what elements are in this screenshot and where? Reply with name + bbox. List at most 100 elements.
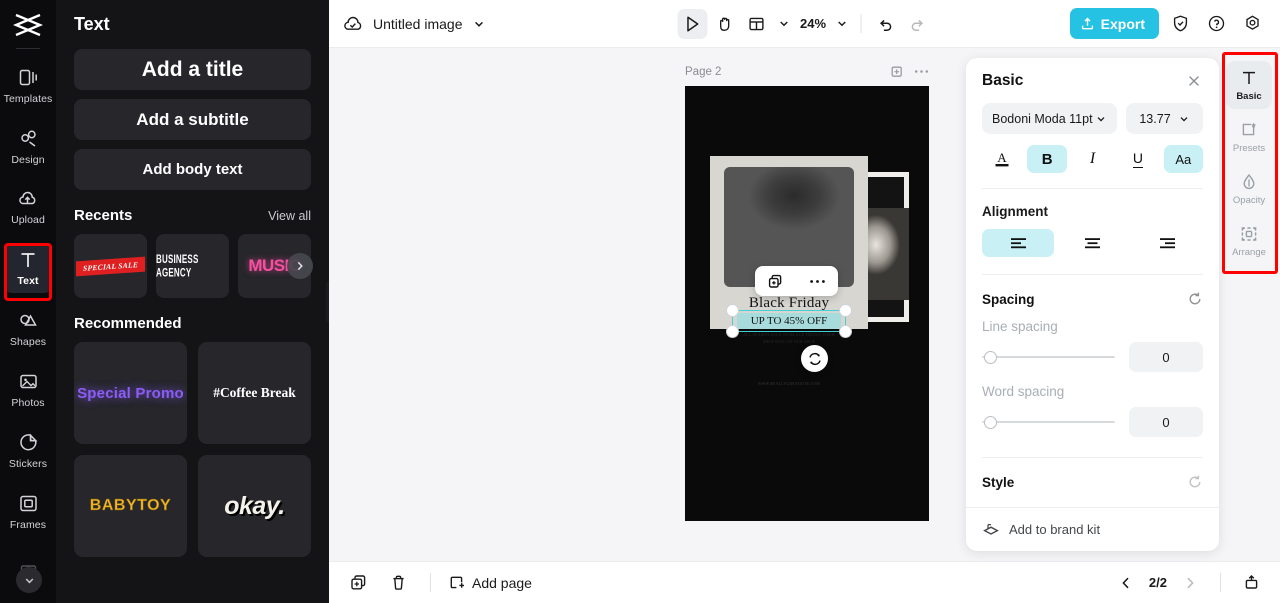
- chevron-down-icon[interactable]: [472, 17, 486, 31]
- delete-page-button[interactable]: [383, 568, 413, 598]
- right-rail-item-presets[interactable]: Presets: [1226, 113, 1272, 161]
- line-spacing-input[interactable]: 0: [1129, 342, 1203, 372]
- right-rail-label: Presets: [1232, 143, 1266, 154]
- add-page-button[interactable]: Add page: [448, 574, 532, 591]
- text-color-button[interactable]: A: [982, 145, 1021, 173]
- slider-knob[interactable]: [984, 350, 997, 364]
- recommended-card-coffee-break[interactable]: #Coffee Break: [198, 342, 311, 444]
- export-button[interactable]: Export: [1069, 8, 1159, 39]
- design-body[interactable]: ALL SEASON SALE ON BLACK FRIDAY WEEK SHO…: [740, 332, 838, 345]
- reset-icon[interactable]: [1187, 474, 1203, 490]
- slider-knob[interactable]: [984, 415, 997, 429]
- prev-page-button[interactable]: [1111, 568, 1141, 598]
- recents-view-all-link[interactable]: View all: [268, 209, 311, 223]
- undo-button[interactable]: [870, 9, 900, 39]
- sidebar-item-upload[interactable]: Upload: [4, 183, 52, 232]
- slider-track: [982, 421, 1115, 423]
- add-subtitle-button[interactable]: Add a subtitle: [74, 99, 311, 140]
- sidebar-item-label: Frames: [9, 518, 47, 531]
- gear-icon[interactable]: [1237, 9, 1267, 39]
- chevron-down-icon: [1095, 113, 1107, 125]
- reset-icon[interactable]: [1187, 291, 1203, 307]
- font-family-select[interactable]: Bodoni Moda 11pt: [982, 103, 1117, 134]
- word-spacing-slider[interactable]: [982, 415, 1115, 429]
- select-tool-button[interactable]: [676, 8, 707, 39]
- right-rail-item-basic[interactable]: Basic: [1226, 61, 1272, 109]
- panel-divider-1: [982, 188, 1203, 189]
- word-spacing-input[interactable]: 0: [1129, 407, 1203, 437]
- resize-handle-br[interactable]: [839, 325, 852, 338]
- toolbar-divider: [860, 14, 862, 33]
- resize-handle-tr[interactable]: [839, 303, 852, 317]
- right-rail-item-opacity[interactable]: Opacity: [1226, 165, 1272, 213]
- sticker-icon: [17, 432, 39, 454]
- sidebar-item-photos[interactable]: Photos: [4, 366, 52, 415]
- align-left-button[interactable]: [982, 229, 1054, 257]
- font-size-select[interactable]: 13.77: [1126, 103, 1203, 134]
- case-button[interactable]: Aa: [1163, 145, 1204, 173]
- page-label-row: Page 2: [685, 64, 929, 79]
- hand-tool-button[interactable]: [709, 9, 739, 39]
- redo-button[interactable]: [902, 9, 932, 39]
- present-button[interactable]: [1236, 568, 1266, 598]
- export-label: Export: [1100, 15, 1145, 32]
- duplicate-page-icon[interactable]: [889, 64, 904, 79]
- add-title-button[interactable]: Add a title: [74, 49, 311, 90]
- shield-check-icon[interactable]: [1165, 9, 1195, 39]
- sidebar-item-stickers[interactable]: Stickers: [4, 426, 52, 475]
- question-circle-icon[interactable]: [1201, 9, 1231, 39]
- sidebar-item-frames[interactable]: Frames: [4, 487, 52, 536]
- sidebar-item-text[interactable]: Text: [4, 243, 52, 293]
- line-spacing-row: 0: [982, 342, 1203, 372]
- add-to-brand-kit-button[interactable]: Add to brand kit: [966, 507, 1219, 551]
- zoom-level[interactable]: 24%: [796, 16, 830, 31]
- card-label: #Coffee Break: [213, 385, 296, 400]
- shapes-icon: [17, 310, 39, 332]
- toolbar-left: Untitled image: [342, 14, 486, 34]
- italic-button[interactable]: I: [1073, 145, 1112, 173]
- duplicate-page-button[interactable]: [343, 568, 373, 598]
- toolbar-right: Export: [1069, 8, 1267, 39]
- bottom-divider-2: [1220, 573, 1221, 592]
- zoom-caret-icon[interactable]: [832, 17, 851, 30]
- more-dots-icon[interactable]: [804, 268, 830, 294]
- capcut-logo-icon[interactable]: [11, 12, 45, 38]
- alignment-label: Alignment: [982, 204, 1048, 219]
- recent-thumb-business-agency[interactable]: BUSINESS AGENCY: [156, 234, 229, 298]
- next-page-button[interactable]: [1175, 568, 1205, 598]
- resize-handle-tl[interactable]: [725, 303, 739, 317]
- expand-more-button[interactable]: [16, 567, 42, 593]
- cloud-saved-icon[interactable]: [342, 14, 364, 34]
- line-spacing-slider[interactable]: [982, 350, 1115, 364]
- refresh-replace-icon[interactable]: [801, 345, 828, 372]
- close-icon[interactable]: [1185, 72, 1203, 90]
- design-footer[interactable]: WWW.REALLYGREATSITE.COM: [740, 382, 838, 386]
- resize-handle-bl[interactable]: [725, 325, 739, 338]
- align-center-button[interactable]: [1057, 229, 1129, 257]
- document-name[interactable]: Untitled image: [373, 16, 463, 32]
- design-page[interactable]: Black Friday UP TO 45% OFF ALL SEASON SA…: [685, 86, 929, 521]
- word-spacing-label: Word spacing: [982, 384, 1065, 399]
- sidebar-item-templates[interactable]: Templates: [4, 61, 52, 110]
- layout-caret-icon[interactable]: [773, 17, 794, 30]
- recommended-card-babytoy[interactable]: BABYTOY: [74, 455, 187, 557]
- chevron-right-icon[interactable]: [287, 253, 313, 279]
- brand-kit-icon: [982, 521, 1000, 539]
- poster-card[interactable]: Black Friday UP TO 45% OFF ALL SEASON SA…: [710, 156, 868, 386]
- recommended-card-special-promo[interactable]: Special Promo: [74, 342, 187, 444]
- sidebar-item-shapes[interactable]: Shapes: [4, 305, 52, 354]
- more-dots-icon[interactable]: [914, 69, 929, 74]
- align-right-button[interactable]: [1131, 229, 1203, 257]
- duplicate-icon[interactable]: [763, 268, 789, 294]
- underline-button[interactable]: U: [1118, 145, 1157, 173]
- right-rail: Basic Presets Opacity Arrange: [1222, 56, 1276, 272]
- add-body-text-button[interactable]: Add body text: [74, 149, 311, 190]
- recent-thumb-special-sale[interactable]: SPECIAL SALE: [74, 234, 147, 298]
- line-spacing-label: Line spacing: [982, 319, 1058, 334]
- right-rail-item-arrange[interactable]: Arrange: [1226, 217, 1272, 265]
- panel-collapse-handle[interactable]: [326, 281, 329, 323]
- bold-button[interactable]: B: [1027, 145, 1067, 173]
- sidebar-item-design[interactable]: Design: [4, 122, 52, 171]
- layout-tool-button[interactable]: [741, 9, 771, 39]
- recommended-card-okay[interactable]: okay.: [198, 455, 311, 557]
